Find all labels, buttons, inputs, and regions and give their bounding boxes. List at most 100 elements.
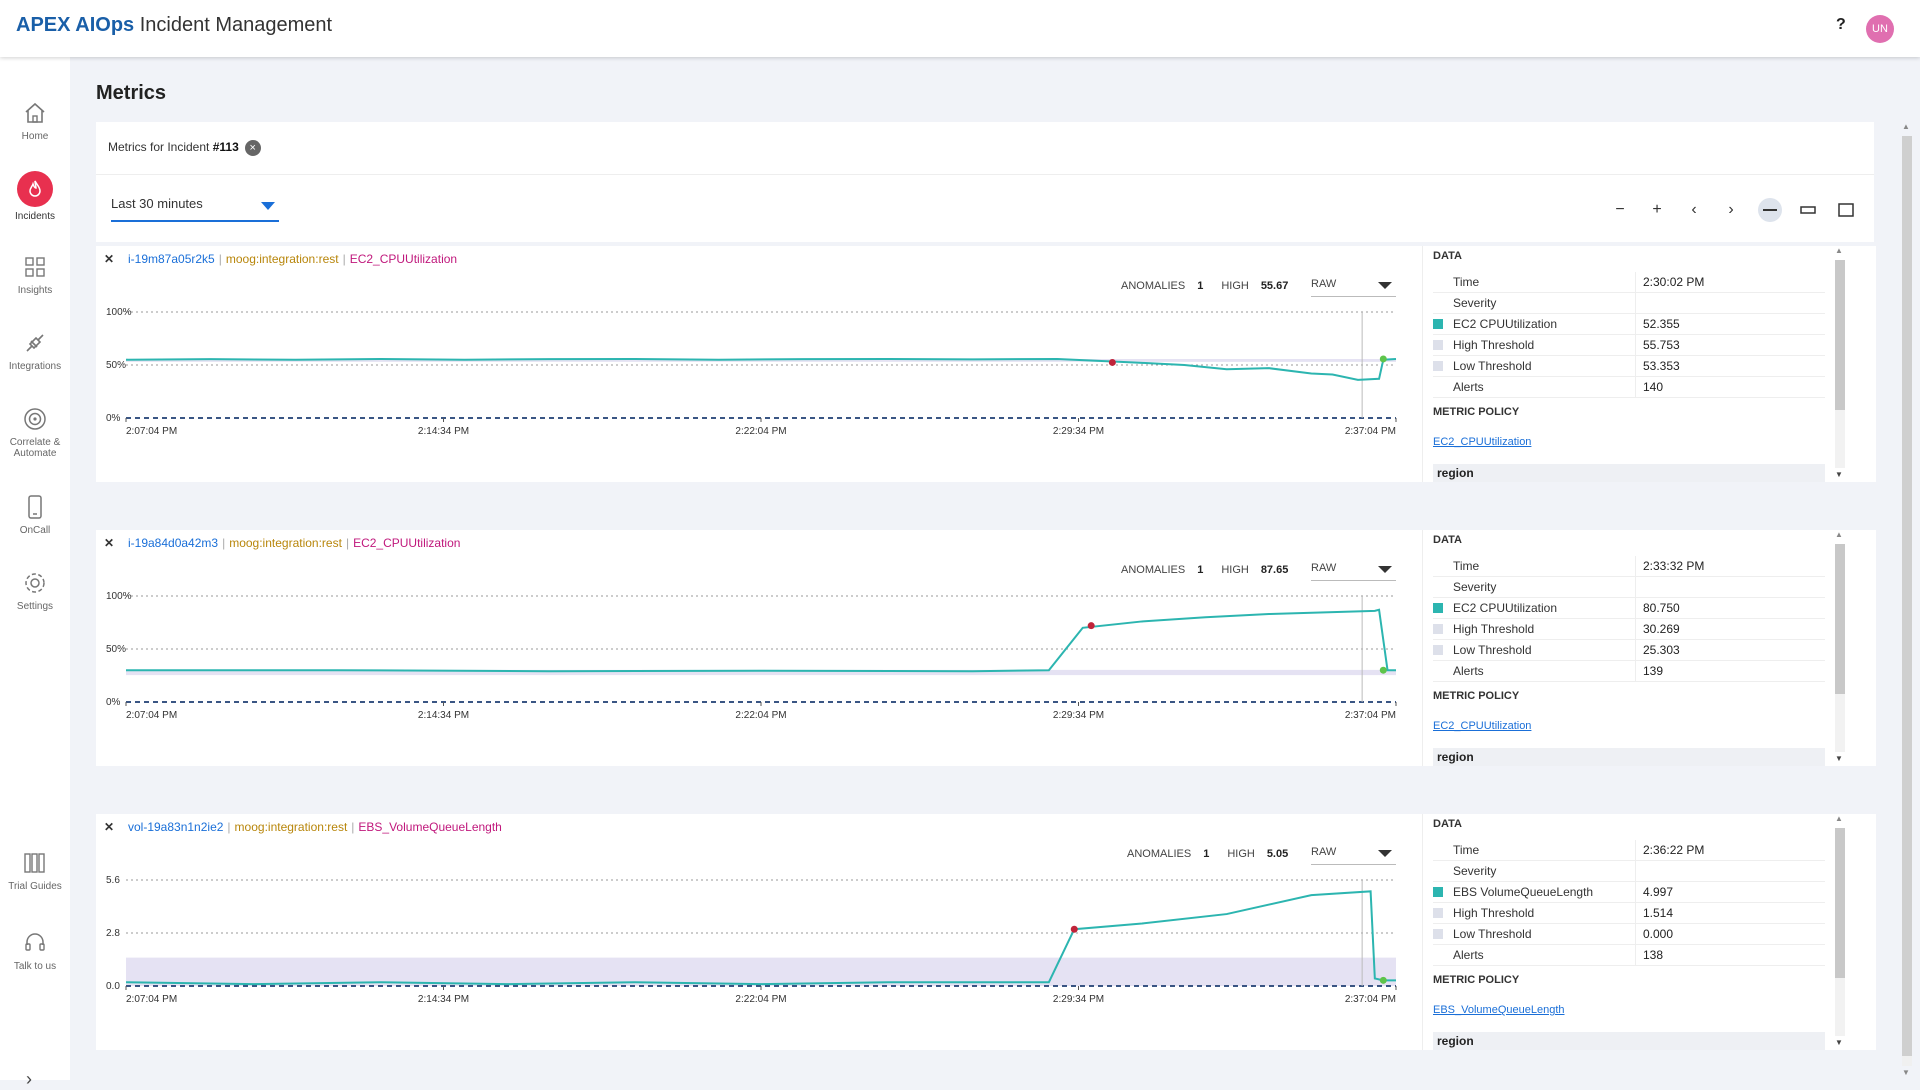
metric-name[interactable]: EBS_VolumeQueueLength	[358, 820, 501, 834]
scroll-thumb[interactable]	[1835, 260, 1845, 410]
scroll-up-icon[interactable]: ▲	[1835, 530, 1843, 539]
close-panel-icon[interactable]: ✕	[104, 252, 114, 266]
x-tick-label: 2:29:34 PM	[1053, 710, 1104, 721]
close-icon[interactable]: ×	[244, 140, 261, 156]
zoom-out-button[interactable]: −	[1608, 198, 1632, 222]
data-row-severity: Severity	[1433, 293, 1825, 314]
anomaly-point	[1070, 925, 1078, 933]
data-pane-scrollbar[interactable]: ▲ ▼	[1833, 246, 1845, 482]
layout-compact-button[interactable]	[1758, 198, 1782, 222]
mode-select[interactable]: RAW	[1311, 844, 1396, 865]
metric-policy-link[interactable]: EC2_CPUUtilization	[1433, 720, 1531, 732]
anomalies-count: 1	[1197, 564, 1204, 576]
current-point	[1379, 355, 1387, 363]
metric-name[interactable]: EC2_CPUUtilization	[353, 536, 460, 550]
data-row-alerts: Alerts 140	[1433, 377, 1825, 398]
next-button[interactable]: ›	[1719, 198, 1743, 222]
zoom-in-button[interactable]: +	[1645, 198, 1669, 222]
scroll-down-icon[interactable]: ▼	[1835, 470, 1843, 479]
y-tick-label: 2.8	[106, 928, 120, 939]
metric-policy-heading: METRIC POLICY	[1433, 974, 1520, 986]
x-tick-label: 2:14:34 PM	[418, 426, 469, 437]
app-title[interactable]: APEX AIOps Incident Management	[16, 14, 332, 37]
scroll-up-icon[interactable]: ▲	[1902, 122, 1910, 131]
sidebar-item-settings[interactable]: Settings	[0, 569, 70, 612]
mode-select[interactable]: RAW	[1311, 276, 1396, 297]
scroll-up-icon[interactable]: ▲	[1835, 246, 1843, 255]
sidebar-item-insights[interactable]: Insights	[0, 253, 70, 296]
anomalies-label: ANOMALIES	[1121, 280, 1186, 292]
layout-large-icon	[1838, 203, 1854, 217]
scroll-down-icon[interactable]: ▼	[1835, 754, 1843, 763]
mode-value: RAW	[1311, 562, 1337, 574]
page-scrollbar[interactable]: ▲ ▼	[1900, 122, 1914, 1080]
metric-name[interactable]: EC2_CPUUtilization	[350, 252, 457, 266]
scroll-down-icon[interactable]: ▼	[1835, 1038, 1843, 1047]
current-point	[1379, 976, 1387, 984]
close-panel-icon[interactable]: ✕	[104, 536, 114, 550]
metric-chart[interactable]: 5.6 2.8 0.0 2:07:04 PM 2:14:34 PM 2:22:04 PM 2…	[96, 866, 1416, 1050]
scroll-thumb[interactable]	[1902, 136, 1912, 1056]
layout-medium-button[interactable]	[1796, 198, 1820, 222]
sidebar-item-talk[interactable]: Talk to us	[0, 929, 70, 972]
x-tick-label: 2:07:04 PM	[126, 994, 177, 1005]
anomaly-point	[1087, 622, 1095, 630]
chart-area: ✕ i-19a84d0a42m3 | moog:integration:rest | E…	[96, 530, 1416, 766]
metric-stats: ANOMALIES 1 HIGH 87.65	[1121, 564, 1306, 576]
layout-large-button[interactable]	[1834, 198, 1858, 222]
brand-name: APEX AIOps	[16, 14, 135, 36]
sidebar-item-correlate[interactable]: Correlate & Automate	[0, 405, 70, 459]
data-row-value: EC2 CPUUtilization 52.355	[1433, 314, 1825, 335]
threshold-band	[126, 957, 1396, 986]
mode-value: RAW	[1311, 278, 1337, 290]
mode-select[interactable]: RAW	[1311, 560, 1396, 581]
metric-source[interactable]: moog:integration:rest	[226, 252, 339, 266]
x-tick-label: 2:14:34 PM	[418, 994, 469, 1005]
x-tick-label: 2:37:04 PM	[1345, 710, 1396, 721]
data-pane-scrollbar[interactable]: ▲ ▼	[1833, 530, 1845, 766]
high-label: HIGH	[1221, 564, 1249, 576]
scroll-thumb[interactable]	[1835, 544, 1845, 694]
metric-policy-link[interactable]: EC2_CPUUtilization	[1433, 436, 1531, 448]
scroll-down-icon[interactable]: ▼	[1902, 1068, 1910, 1077]
scroll-thumb[interactable]	[1835, 828, 1845, 978]
region-row[interactable]: region	[1433, 464, 1825, 482]
help-icon[interactable]: ?	[1836, 16, 1846, 34]
time-range-select[interactable]: Last 30 minutes	[111, 192, 279, 222]
sidebar-item-oncall[interactable]: OnCall	[0, 493, 70, 536]
region-row[interactable]: region	[1433, 1032, 1825, 1050]
metric-source[interactable]: moog:integration:rest	[235, 820, 348, 834]
data-row-severity: Severity	[1433, 861, 1825, 882]
scroll-up-icon[interactable]: ▲	[1835, 814, 1843, 823]
metric-source[interactable]: moog:integration:rest	[229, 536, 342, 550]
metric-host[interactable]: i-19a84d0a42m3	[128, 536, 218, 550]
sidebar-item-label: Home	[21, 131, 49, 142]
metric-chart[interactable]: 100% 50% 0% 2:07:04 PM 2:14:34 PM 2:22:04 PM 2…	[96, 298, 1416, 482]
threshold-swatch	[1433, 361, 1443, 371]
y-tick-label: 50%	[106, 360, 126, 371]
avatar[interactable]: UN	[1866, 15, 1894, 43]
sidebar-item-home[interactable]: Home	[0, 99, 70, 142]
metric-policy-link[interactable]: EBS_VolumeQueueLength	[1433, 1004, 1565, 1016]
metric-host[interactable]: i-19m87a05r2k5	[128, 252, 215, 266]
metrics-header: Metrics for Incident #113 × Last 30 minut…	[96, 122, 1874, 242]
metric-host[interactable]: vol-19a83n1n2ie2	[128, 820, 223, 834]
high-label: HIGH	[1221, 280, 1249, 292]
incident-chip: Metrics for Incident #113 ×	[108, 140, 261, 156]
data-pane-scrollbar[interactable]: ▲ ▼	[1833, 814, 1845, 1050]
data-pane: DATA Time 2:33:32 PM Severity EC2 CPUUtil…	[1422, 530, 1877, 766]
close-panel-icon[interactable]: ✕	[104, 820, 114, 834]
data-pane: DATA Time 2:36:22 PM Severity EBS VolumeQ…	[1422, 814, 1877, 1050]
sidebar-item-label: Insights	[17, 285, 53, 296]
time-range-value: Last 30 minutes	[111, 196, 203, 211]
threshold-swatch	[1433, 624, 1443, 634]
previous-button[interactable]: ‹	[1682, 198, 1706, 222]
sidebar-item-incidents[interactable]: Incidents	[0, 171, 70, 222]
data-row-time: Time 2:33:32 PM	[1433, 556, 1825, 577]
region-row[interactable]: region	[1433, 748, 1825, 766]
data-row-low-threshold: Low Threshold 0.000	[1433, 924, 1825, 945]
sidebar-item-integrations[interactable]: Integrations	[0, 329, 70, 372]
sidebar-item-trial-guides[interactable]: Trial Guides	[0, 849, 70, 892]
x-tick-label: 2:07:04 PM	[126, 710, 177, 721]
metric-chart[interactable]: 100% 50% 0% 2:07:04 PM 2:14:34 PM 2:22:04 PM 2…	[96, 582, 1416, 766]
